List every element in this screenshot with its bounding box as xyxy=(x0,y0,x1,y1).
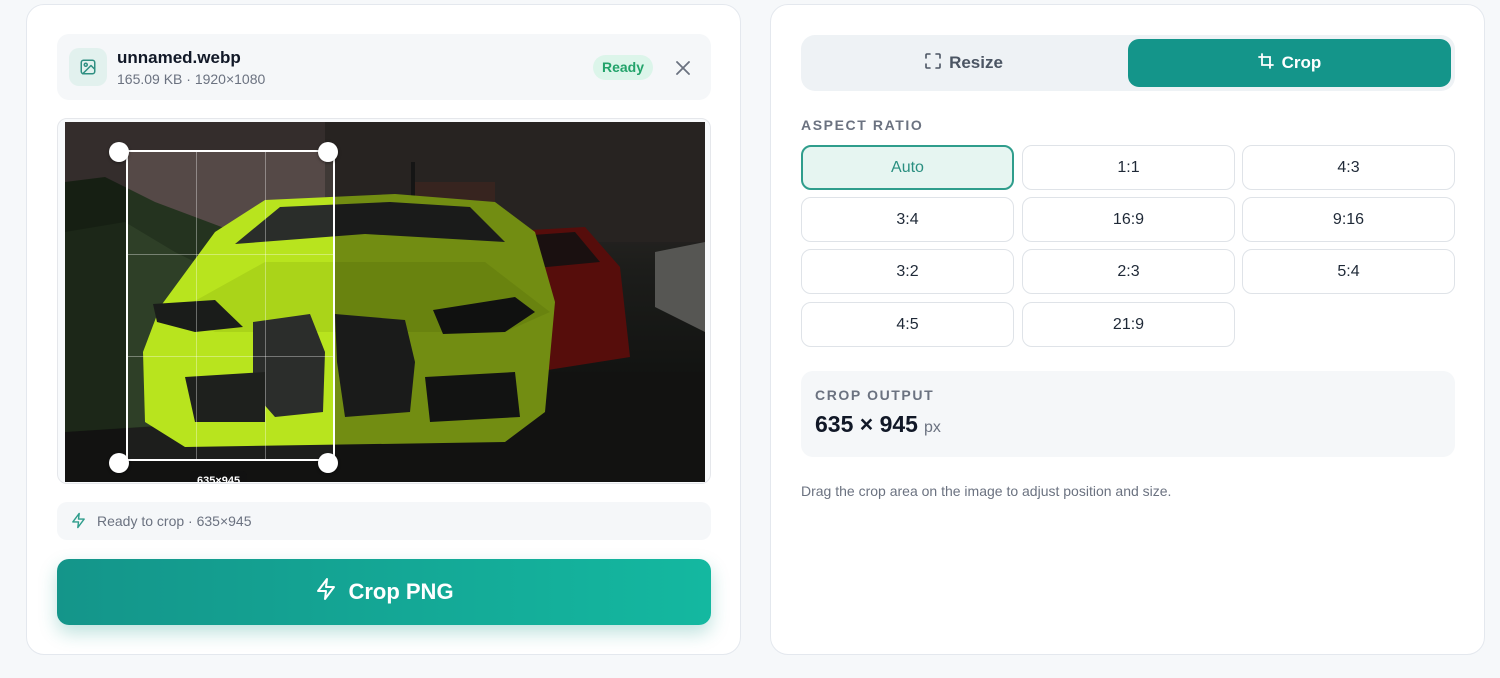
close-icon[interactable] xyxy=(671,56,695,80)
ratio-option-21-9[interactable]: 21:9 xyxy=(1022,302,1235,347)
image-panel: unnamed.webp 165.09 KB · 1920×1080 Ready xyxy=(26,4,741,655)
ratio-option-5-4[interactable]: 5:4 xyxy=(1242,249,1455,294)
tab-crop[interactable]: Crop xyxy=(1128,39,1451,87)
crop-icon xyxy=(1257,52,1274,74)
crop-output-unit: px xyxy=(923,419,941,436)
ratio-option-auto[interactable]: Auto xyxy=(801,145,1014,190)
crop-handle-top-left[interactable] xyxy=(109,142,129,162)
settings-panel: Resize Crop ASPECT RATIO Auto 1:1 4:3 3:… xyxy=(770,4,1485,655)
ratio-option-4-5[interactable]: 4:5 xyxy=(801,302,1014,347)
image-file-icon xyxy=(69,48,107,86)
file-name: unnamed.webp xyxy=(117,48,241,67)
lightning-icon xyxy=(314,577,338,607)
status-bar: Ready to crop · 635×945 xyxy=(57,502,711,540)
crop-output-heading: CROP OUTPUT xyxy=(815,387,935,403)
tab-crop-label: Crop xyxy=(1281,53,1322,72)
crop-png-button[interactable]: Crop PNG xyxy=(57,559,711,625)
ratio-option-2-3[interactable]: 2:3 xyxy=(1022,249,1235,294)
crop-handle-bottom-left[interactable] xyxy=(109,453,129,473)
crop-area[interactable] xyxy=(126,150,335,461)
status-badge: Ready xyxy=(593,55,654,80)
file-info-bar: unnamed.webp 165.09 KB · 1920×1080 Ready xyxy=(57,34,711,100)
image-preview-frame: 635×945 xyxy=(57,118,711,484)
ratio-option-16-9[interactable]: 16:9 xyxy=(1022,197,1235,242)
crop-handle-bottom-right[interactable] xyxy=(318,453,338,473)
mode-toggle: Resize Crop xyxy=(801,35,1455,91)
ratio-option-9-16[interactable]: 9:16 xyxy=(1242,197,1455,242)
crop-output-dimensions: 635 × 945 xyxy=(815,411,918,437)
ratio-option-4-3[interactable]: 4:3 xyxy=(1242,145,1455,190)
tab-resize[interactable]: Resize xyxy=(805,39,1123,87)
file-meta: 165.09 KB · 1920×1080 xyxy=(117,71,266,87)
crop-handle-top-right[interactable] xyxy=(318,142,338,162)
aspect-ratio-heading: ASPECT RATIO xyxy=(801,117,924,133)
status-text: Ready to crop · 635×945 xyxy=(97,513,252,529)
ratio-option-3-2[interactable]: 3:2 xyxy=(801,249,1014,294)
crop-output-value: 635 × 945 px xyxy=(815,411,941,438)
resize-icon xyxy=(925,52,941,74)
crop-png-button-label: Crop PNG xyxy=(348,579,454,604)
crop-hint-text: Drag the crop area on the image to adjus… xyxy=(801,483,1172,499)
ratio-option-3-4[interactable]: 3:4 xyxy=(801,197,1014,242)
tab-resize-label: Resize xyxy=(949,53,1003,72)
crop-size-label: 635×945 xyxy=(190,471,248,482)
ratio-option-1-1[interactable]: 1:1 xyxy=(1022,145,1235,190)
crop-output-box: CROP OUTPUT 635 × 945 px xyxy=(801,371,1455,457)
lightning-icon xyxy=(70,512,87,534)
preview-image: 635×945 xyxy=(65,122,705,482)
